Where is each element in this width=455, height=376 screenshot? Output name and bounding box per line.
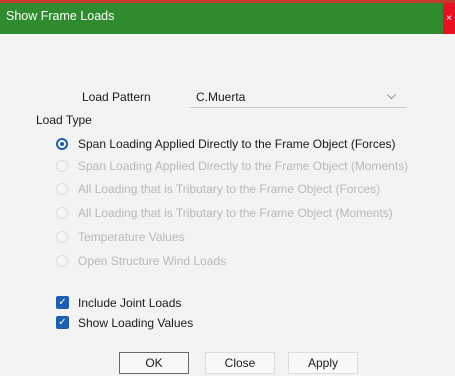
checkbox-label: Show Loading Values <box>78 316 194 330</box>
load-type-group-title: Load Type <box>36 113 92 127</box>
radio-disabled-icon <box>56 160 68 172</box>
radio-disabled-icon <box>56 231 68 243</box>
radio-checked-icon[interactable] <box>56 138 68 150</box>
radio-label: Span Loading Applied Directly to the Fra… <box>78 159 409 173</box>
radio-label: All Loading that is Tributary to the Fra… <box>78 182 381 196</box>
include-joint-loads-checkbox[interactable]: ✓ Include Joint Loads <box>56 294 356 314</box>
chevron-down-icon: ⌵ <box>386 88 396 102</box>
close-window-button[interactable]: × <box>443 3 455 34</box>
radio-disabled-icon <box>56 255 68 267</box>
radio-span-moments: Span Loading Applied Directly to the Fra… <box>56 157 416 177</box>
checkmark-icon[interactable]: ✓ <box>56 296 69 309</box>
checkbox-label: Include Joint Loads <box>78 296 182 310</box>
radio-span-forces[interactable]: Span Loading Applied Directly to the Fra… <box>56 135 416 155</box>
radio-tributary-forces: All Loading that is Tributary to the Fra… <box>56 180 416 200</box>
load-pattern-select[interactable]: C.Muerta ⌵ <box>190 86 406 108</box>
load-pattern-label: Load Pattern <box>82 90 151 104</box>
radio-disabled-icon <box>56 207 68 219</box>
window-title: Show Frame Loads <box>6 9 115 23</box>
title-bar: Show Frame Loads × <box>0 0 455 34</box>
radio-label: Temperature Values <box>78 230 185 244</box>
radio-temperature-values: Temperature Values <box>56 228 416 248</box>
checkmark-icon[interactable]: ✓ <box>56 316 69 329</box>
radio-disabled-icon <box>56 183 68 195</box>
radio-tributary-moments: All Loading that is Tributary to the Fra… <box>56 204 416 224</box>
radio-label: All Loading that is Tributary to the Fra… <box>78 206 393 220</box>
radio-label: Span Loading Applied Directly to the Fra… <box>78 137 396 151</box>
radio-open-structure-wind: Open Structure Wind Loads <box>56 252 416 272</box>
load-pattern-value: C.Muerta <box>196 90 246 104</box>
close-button[interactable]: Close <box>205 352 275 374</box>
ok-button[interactable]: OK <box>119 352 189 374</box>
radio-label: Open Structure Wind Loads <box>78 254 227 268</box>
load-pattern-row: Load Pattern C.Muerta ⌵ <box>0 86 455 108</box>
apply-button[interactable]: Apply <box>288 352 358 374</box>
show-loading-values-checkbox[interactable]: ✓ Show Loading Values <box>56 314 356 334</box>
